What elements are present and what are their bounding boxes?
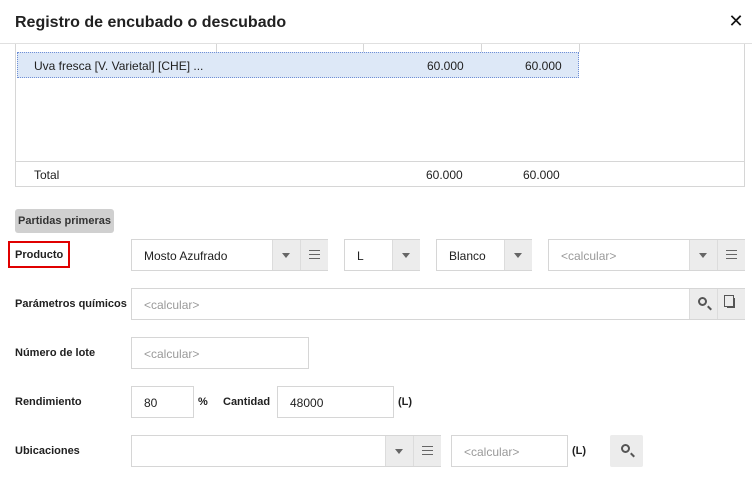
parametros-field[interactable]: <calcular> (131, 288, 745, 320)
row-name: Uva fresca [V. Varietal] [CHE] ... (34, 59, 204, 73)
ubicaciones-unit: (L) (572, 445, 587, 457)
ubicaciones-label: Ubicaciones (15, 445, 80, 457)
dialog-header: Registro de encubado o descubado ✕ (0, 0, 752, 44)
parametros-copy-button[interactable] (717, 289, 745, 319)
grid-column-divider (363, 44, 364, 52)
row-value-1: 60.000 (427, 59, 464, 73)
ubicaciones-search-button[interactable] (610, 435, 643, 467)
search-icon (698, 297, 707, 306)
grid-column-divider (481, 44, 482, 52)
list-icon (422, 446, 433, 455)
total-value-2: 60.000 (523, 168, 560, 182)
ubicaciones-quantity-placeholder: <calcular> (464, 445, 520, 459)
table-row[interactable]: Uva fresca [V. Varietal] [CHE] ... 60.00… (17, 52, 579, 78)
extra-dropdown-button[interactable] (689, 240, 717, 270)
rendimiento-unit: % (198, 396, 208, 408)
color-select[interactable]: Blanco (436, 239, 532, 271)
cantidad-input[interactable]: 48000 (277, 386, 394, 418)
unit-select[interactable]: L (344, 239, 420, 271)
chevron-down-icon (282, 253, 290, 258)
ubicaciones-select[interactable] (131, 435, 441, 467)
partidas-primeras-button[interactable]: Partidas primeras (15, 209, 114, 233)
producto-value: Mosto Azufrado (144, 249, 228, 263)
cantidad-unit: (L) (398, 396, 413, 408)
dialog-title: Registro de encubado o descubado (15, 14, 287, 31)
ubicaciones-dropdown-button[interactable] (385, 436, 413, 466)
color-dropdown-button[interactable] (504, 240, 532, 270)
cantidad-value: 48000 (290, 396, 324, 410)
chevron-down-icon (514, 253, 522, 258)
search-icon (621, 444, 630, 453)
producto-dropdown-button[interactable] (272, 240, 300, 270)
parametros-placeholder: <calcular> (144, 298, 200, 312)
chevron-down-icon (395, 449, 403, 454)
close-icon[interactable]: ✕ (727, 12, 745, 30)
extra-placeholder: <calcular> (561, 249, 617, 263)
lote-label: Número de lote (15, 347, 96, 359)
data-grid: Uva fresca [V. Varietal] [CHE] ... 60.00… (15, 44, 745, 187)
producto-label: Producto (8, 241, 71, 268)
rendimiento-input[interactable]: 80 (131, 386, 194, 418)
cantidad-label: Cantidad (223, 396, 271, 408)
ubicaciones-quantity-input[interactable]: <calcular> (451, 435, 568, 467)
lote-input[interactable]: <calcular> (131, 337, 309, 369)
copy-icon (724, 295, 735, 308)
grid-column-divider (579, 44, 580, 52)
row-value-2: 60.000 (525, 59, 562, 73)
unit-value: L (357, 249, 364, 263)
list-icon (309, 250, 320, 259)
parametros-search-button[interactable] (689, 289, 717, 319)
ubicaciones-list-button[interactable] (413, 436, 441, 466)
total-value-1: 60.000 (426, 168, 463, 182)
chevron-down-icon (699, 253, 707, 258)
rendimiento-value: 80 (144, 396, 158, 410)
producto-list-button[interactable] (300, 240, 328, 270)
lote-placeholder: <calcular> (144, 347, 200, 361)
producto-select[interactable]: Mosto Azufrado (131, 239, 328, 271)
table-total-row: Total 60.000 60.000 (16, 161, 744, 186)
list-icon (726, 250, 737, 259)
chevron-down-icon (402, 253, 410, 258)
color-value: Blanco (449, 249, 486, 263)
extra-list-button[interactable] (717, 240, 745, 270)
unit-dropdown-button[interactable] (392, 240, 420, 270)
total-label: Total (34, 168, 60, 182)
rendimiento-label: Rendimiento (15, 396, 82, 408)
parametros-label: Parámetros químicos (15, 298, 127, 310)
grid-column-divider (216, 44, 217, 52)
extra-select[interactable]: <calcular> (548, 239, 745, 271)
